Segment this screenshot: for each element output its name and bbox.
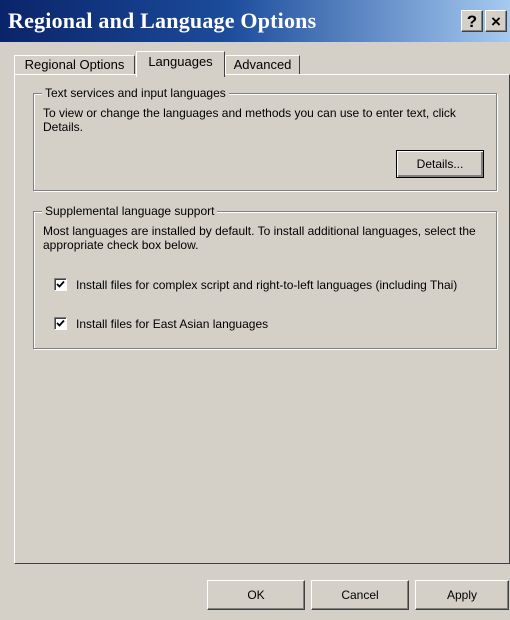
- close-button[interactable]: ×: [485, 10, 507, 32]
- east-asian-checkbox[interactable]: [54, 317, 67, 330]
- text-services-description: To view or change the languages and meth…: [43, 106, 456, 134]
- tab-panel: Text services and input languages To vie…: [14, 74, 510, 564]
- tab-advanced[interactable]: Advanced: [225, 55, 300, 75]
- checkmark-icon: [56, 319, 65, 327]
- east-asian-label[interactable]: Install files for East Asian languages: [76, 317, 481, 331]
- cancel-button[interactable]: Cancel: [311, 580, 409, 610]
- tab-regional-options[interactable]: Regional Options: [14, 55, 135, 75]
- details-button[interactable]: Details...: [396, 150, 484, 178]
- apply-button[interactable]: Apply: [415, 580, 509, 610]
- supplemental-group-label: Supplemental language support: [42, 204, 218, 218]
- supplemental-description: Most languages are installed by default.…: [43, 224, 476, 252]
- checkmark-icon: [56, 280, 65, 288]
- title-bar: Regional and Language Options ? ×: [0, 0, 510, 42]
- supplemental-language-group: Supplemental language support Most langu…: [33, 204, 497, 349]
- complex-script-label[interactable]: Install files for complex script and rig…: [76, 278, 481, 292]
- text-services-group: Text services and input languages To vie…: [33, 86, 497, 191]
- help-button[interactable]: ?: [461, 10, 483, 32]
- window-title: Regional and Language Options: [8, 8, 317, 33]
- complex-script-checkbox[interactable]: [54, 278, 67, 291]
- tab-languages[interactable]: Languages: [136, 51, 225, 77]
- text-services-group-label: Text services and input languages: [42, 86, 229, 100]
- ok-button[interactable]: OK: [207, 580, 305, 610]
